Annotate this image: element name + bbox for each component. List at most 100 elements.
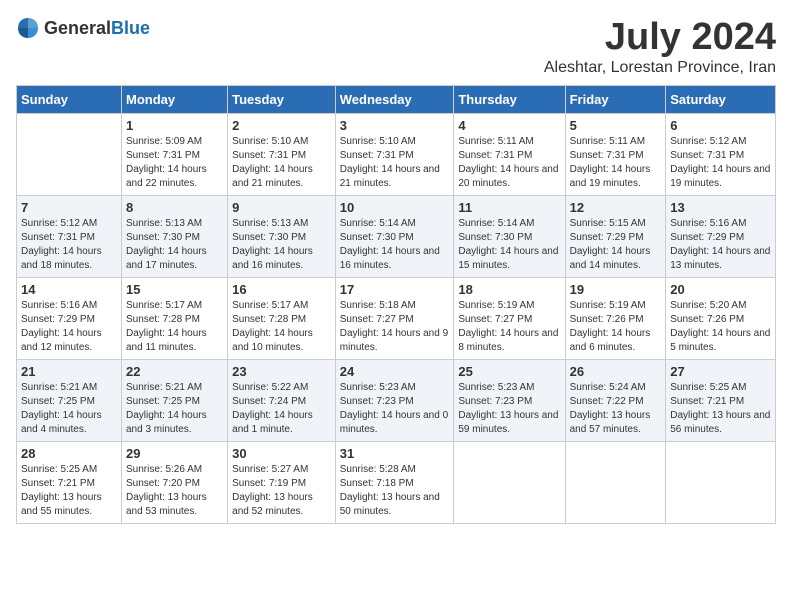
- day-number: 26: [570, 364, 662, 379]
- day-info: Sunrise: 5:25 AMSunset: 7:21 PMDaylight:…: [21, 463, 117, 519]
- column-header-tuesday: Tuesday: [228, 86, 336, 114]
- day-cell: 25 Sunrise: 5:23 AMSunset: 7:23 PMDayligh…: [454, 360, 565, 442]
- day-number: 15: [126, 282, 223, 297]
- day-cell: 6 Sunrise: 5:12 AMSunset: 7:31 PMDaylight…: [666, 114, 776, 196]
- day-info: Sunrise: 5:11 AMSunset: 7:31 PMDaylight:…: [458, 135, 560, 191]
- day-info: Sunrise: 5:13 AMSunset: 7:30 PMDaylight:…: [126, 217, 223, 273]
- column-header-sunday: Sunday: [17, 86, 122, 114]
- day-cell: 8 Sunrise: 5:13 AMSunset: 7:30 PMDaylight…: [121, 196, 227, 278]
- day-info: Sunrise: 5:20 AMSunset: 7:26 PMDaylight:…: [670, 299, 771, 355]
- day-cell: 19 Sunrise: 5:19 AMSunset: 7:26 PMDayligh…: [565, 278, 666, 360]
- day-cell: 3 Sunrise: 5:10 AMSunset: 7:31 PMDaylight…: [335, 114, 454, 196]
- day-cell: 29 Sunrise: 5:26 AMSunset: 7:20 PMDayligh…: [121, 442, 227, 524]
- logo-icon: [16, 16, 40, 40]
- day-number: 20: [670, 282, 771, 297]
- calendar-table: SundayMondayTuesdayWednesdayThursdayFrid…: [16, 85, 776, 524]
- day-info: Sunrise: 5:10 AMSunset: 7:31 PMDaylight:…: [340, 135, 450, 191]
- week-row-5: 28 Sunrise: 5:25 AMSunset: 7:21 PMDayligh…: [17, 442, 776, 524]
- day-number: 9: [232, 200, 331, 215]
- day-cell: [666, 442, 776, 524]
- day-info: Sunrise: 5:27 AMSunset: 7:19 PMDaylight:…: [232, 463, 331, 519]
- day-info: Sunrise: 5:21 AMSunset: 7:25 PMDaylight:…: [126, 381, 223, 437]
- day-cell: [565, 442, 666, 524]
- week-row-2: 7 Sunrise: 5:12 AMSunset: 7:31 PMDaylight…: [17, 196, 776, 278]
- day-number: 8: [126, 200, 223, 215]
- subtitle: Aleshtar, Lorestan Province, Iran: [544, 59, 776, 77]
- day-cell: 28 Sunrise: 5:25 AMSunset: 7:21 PMDayligh…: [17, 442, 122, 524]
- day-cell: 9Sunrise: 5:13 AMSunset: 7:30 PMDaylight…: [228, 196, 336, 278]
- day-number: 29: [126, 446, 223, 461]
- day-number: 22: [126, 364, 223, 379]
- day-number: 5: [570, 118, 662, 133]
- day-cell: 7 Sunrise: 5:12 AMSunset: 7:31 PMDaylight…: [17, 196, 122, 278]
- day-number: 2: [232, 118, 331, 133]
- day-info: Sunrise: 5:15 AMSunset: 7:29 PMDaylight:…: [570, 217, 662, 273]
- day-info: Sunrise: 5:25 AMSunset: 7:21 PMDaylight:…: [670, 381, 771, 437]
- day-cell: 2Sunrise: 5:10 AMSunset: 7:31 PMDaylight…: [228, 114, 336, 196]
- day-number: 12: [570, 200, 662, 215]
- day-info: Sunrise: 5:11 AMSunset: 7:31 PMDaylight:…: [570, 135, 662, 191]
- day-info: Sunrise: 5:28 AMSunset: 7:18 PMDaylight:…: [340, 463, 450, 519]
- day-cell: 20 Sunrise: 5:20 AMSunset: 7:26 PMDayligh…: [666, 278, 776, 360]
- day-number: 13: [670, 200, 771, 215]
- day-number: 10: [340, 200, 450, 215]
- day-info: Sunrise: 5:17 AMSunset: 7:28 PMDaylight:…: [232, 299, 331, 355]
- column-header-thursday: Thursday: [454, 86, 565, 114]
- day-cell: 1Sunrise: 5:09 AMSunset: 7:31 PMDaylight…: [121, 114, 227, 196]
- day-number: 3: [340, 118, 450, 133]
- day-info: Sunrise: 5:24 AMSunset: 7:22 PMDaylight:…: [570, 381, 662, 437]
- day-info: Sunrise: 5:16 AMSunset: 7:29 PMDaylight:…: [21, 299, 117, 355]
- day-info: Sunrise: 5:23 AMSunset: 7:23 PMDaylight:…: [458, 381, 560, 437]
- day-number: 25: [458, 364, 560, 379]
- day-cell: 18Sunrise: 5:19 AMSunset: 7:27 PMDayligh…: [454, 278, 565, 360]
- column-header-wednesday: Wednesday: [335, 86, 454, 114]
- logo-blue: Blue: [111, 18, 150, 38]
- day-cell: 14 Sunrise: 5:16 AMSunset: 7:29 PMDayligh…: [17, 278, 122, 360]
- column-header-friday: Friday: [565, 86, 666, 114]
- day-number: 27: [670, 364, 771, 379]
- day-number: 21: [21, 364, 117, 379]
- day-cell: 30Sunrise: 5:27 AMSunset: 7:19 PMDayligh…: [228, 442, 336, 524]
- day-info: Sunrise: 5:12 AMSunset: 7:31 PMDaylight:…: [21, 217, 117, 273]
- main-title: July 2024: [544, 16, 776, 59]
- day-cell: 13Sunrise: 5:16 AMSunset: 7:29 PMDayligh…: [666, 196, 776, 278]
- day-info: Sunrise: 5:18 AMSunset: 7:27 PMDaylight:…: [340, 299, 450, 355]
- day-number: 19: [570, 282, 662, 297]
- day-info: Sunrise: 5:23 AMSunset: 7:23 PMDaylight:…: [340, 381, 450, 437]
- day-number: 28: [21, 446, 117, 461]
- day-number: 4: [458, 118, 560, 133]
- week-row-3: 14 Sunrise: 5:16 AMSunset: 7:29 PMDayligh…: [17, 278, 776, 360]
- day-number: 11: [458, 200, 560, 215]
- day-cell: [454, 442, 565, 524]
- day-number: 14: [21, 282, 117, 297]
- day-cell: 15 Sunrise: 5:17 AMSunset: 7:28 PMDayligh…: [121, 278, 227, 360]
- day-cell: 26 Sunrise: 5:24 AMSunset: 7:22 PMDayligh…: [565, 360, 666, 442]
- day-number: 23: [232, 364, 331, 379]
- day-cell: 24Sunrise: 5:23 AMSunset: 7:23 PMDayligh…: [335, 360, 454, 442]
- day-number: 18: [458, 282, 560, 297]
- day-info: Sunrise: 5:21 AMSunset: 7:25 PMDaylight:…: [21, 381, 117, 437]
- day-info: Sunrise: 5:17 AMSunset: 7:28 PMDaylight:…: [126, 299, 223, 355]
- day-cell: 10Sunrise: 5:14 AMSunset: 7:30 PMDayligh…: [335, 196, 454, 278]
- title-area: July 2024 Aleshtar, Lorestan Province, I…: [544, 16, 776, 77]
- day-cell: 5 Sunrise: 5:11 AMSunset: 7:31 PMDaylight…: [565, 114, 666, 196]
- day-number: 16: [232, 282, 331, 297]
- day-number: 6: [670, 118, 771, 133]
- day-number: 7: [21, 200, 117, 215]
- day-number: 31: [340, 446, 450, 461]
- day-number: 17: [340, 282, 450, 297]
- column-header-monday: Monday: [121, 86, 227, 114]
- day-cell: 31 Sunrise: 5:28 AMSunset: 7:18 PMDayligh…: [335, 442, 454, 524]
- day-cell: 22 Sunrise: 5:21 AMSunset: 7:25 PMDayligh…: [121, 360, 227, 442]
- day-cell: 21 Sunrise: 5:21 AMSunset: 7:25 PMDayligh…: [17, 360, 122, 442]
- day-info: Sunrise: 5:09 AMSunset: 7:31 PMDaylight:…: [126, 135, 223, 191]
- day-cell: 17 Sunrise: 5:18 AMSunset: 7:27 PMDayligh…: [335, 278, 454, 360]
- day-info: Sunrise: 5:26 AMSunset: 7:20 PMDaylight:…: [126, 463, 223, 519]
- day-cell: 27 Sunrise: 5:25 AMSunset: 7:21 PMDayligh…: [666, 360, 776, 442]
- header: GeneralBlue July 2024 Aleshtar, Lorestan…: [16, 16, 776, 77]
- day-info: Sunrise: 5:12 AMSunset: 7:31 PMDaylight:…: [670, 135, 771, 191]
- week-row-1: 1Sunrise: 5:09 AMSunset: 7:31 PMDaylight…: [17, 114, 776, 196]
- day-info: Sunrise: 5:19 AMSunset: 7:26 PMDaylight:…: [570, 299, 662, 355]
- day-cell: 16 Sunrise: 5:17 AMSunset: 7:28 PMDayligh…: [228, 278, 336, 360]
- day-cell: 23Sunrise: 5:22 AMSunset: 7:24 PMDayligh…: [228, 360, 336, 442]
